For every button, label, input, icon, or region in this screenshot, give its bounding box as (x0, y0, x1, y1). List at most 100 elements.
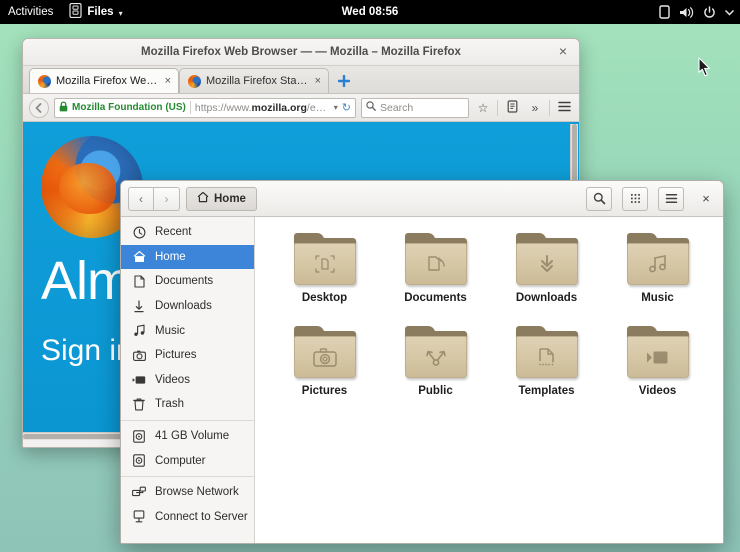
view-grid-button[interactable] (622, 186, 648, 211)
music-emblem-icon (645, 252, 671, 276)
gnome-top-bar: Activities Files ▾ Wed 08:56 (0, 0, 740, 24)
back-button[interactable] (29, 97, 49, 118)
site-identity-label: Mozilla Foundation (US) (72, 102, 186, 113)
breadcrumb-home[interactable]: Home (186, 186, 257, 211)
search-input[interactable]: Search (361, 97, 469, 118)
files-icon-view[interactable]: Desktop Documents Downloads Music Pictur… (255, 217, 723, 543)
file-item-label: Templates (518, 385, 575, 397)
firefox-close-button[interactable]: × (555, 44, 571, 60)
browser-tab-1[interactable]: Mozilla Firefox Start ... × (179, 68, 329, 93)
reload-icon[interactable]: ↻ (342, 101, 351, 114)
file-item-label: Public (418, 385, 453, 397)
trash-icon (132, 398, 146, 411)
new-tab-button[interactable] (333, 68, 355, 93)
documents-emblem-icon (423, 252, 449, 276)
sidebar-item-home[interactable]: Home (121, 244, 254, 270)
chevron-down-icon[interactable]: ▾ (334, 103, 338, 112)
sidebar-item-music[interactable]: Music (121, 318, 254, 343)
system-status-area[interactable] (659, 0, 734, 24)
files-header-bar[interactable]: ‹ › Home × (121, 181, 723, 217)
back-button[interactable]: ‹ (128, 186, 154, 211)
music-icon (132, 324, 146, 337)
sidebar-item-computer[interactable]: Computer (121, 448, 254, 473)
lock-icon (59, 100, 68, 115)
library-icon[interactable] (503, 99, 521, 116)
sidebar-item-documents[interactable]: Documents (121, 269, 254, 294)
pictures-emblem-icon (312, 345, 338, 369)
browser-tab-label: Mozilla Firefox Start ... (206, 75, 308, 87)
tab-close-icon[interactable]: × (165, 75, 171, 87)
folder-icon (404, 233, 467, 285)
firefox-window-title: Mozilla Firefox Web Browser — — Mozilla … (141, 46, 461, 58)
top-bar-app-menu[interactable]: Files ▾ (63, 2, 128, 21)
downloads-emblem-icon (534, 252, 560, 276)
desktop: Activities Files ▾ Wed 08:56 Mozilla Fir… (0, 0, 740, 552)
sidebar-item-label: Videos (155, 373, 190, 386)
navigation-buttons[interactable]: ‹ › (128, 186, 180, 211)
folder-icon (293, 326, 356, 378)
chevron-down-icon: ▾ (118, 8, 123, 18)
files-close-button[interactable]: × (696, 187, 716, 211)
menu-button[interactable] (658, 186, 684, 211)
file-item-music[interactable]: Music (602, 231, 713, 324)
forward-button[interactable]: › (154, 186, 180, 211)
sidebar-separator (121, 475, 254, 477)
folder-icon (626, 233, 689, 285)
sidebar-item-label: Documents (155, 275, 214, 288)
public-emblem-icon (423, 345, 449, 369)
sidebar-item-browse-network[interactable]: Browse Network (121, 480, 254, 505)
search-button[interactable] (586, 186, 612, 211)
sidebar-item-label: Trash (155, 398, 184, 411)
firefox-navigation-toolbar[interactable]: Mozilla Foundation (US) https://www.mozi… (23, 94, 579, 122)
url-bar[interactable]: Mozilla Foundation (US) https://www.mozi… (54, 97, 356, 118)
firefox-tab-strip[interactable]: Mozilla Firefox Web ... × Mozilla Firefo… (23, 66, 579, 94)
hamburger-menu-icon[interactable] (555, 101, 573, 115)
folder-icon (293, 233, 356, 285)
file-item-documents[interactable]: Documents (380, 231, 491, 324)
folder-icon (515, 326, 578, 378)
browser-tab-0[interactable]: Mozilla Firefox Web ... × (29, 68, 179, 93)
folder-icon (626, 326, 689, 378)
sidebar-item-trash[interactable]: Trash (121, 392, 254, 417)
bookmark-star-icon[interactable]: ☆ (474, 101, 492, 115)
sidebar-item-recent[interactable]: Recent (121, 220, 254, 245)
firefox-favicon (38, 74, 51, 88)
file-item-videos[interactable]: Videos (602, 324, 713, 417)
tab-close-icon[interactable]: × (315, 75, 321, 87)
sidebar-item-connect-to-server[interactable]: Connect to Server (121, 505, 254, 530)
file-item-desktop[interactable]: Desktop (269, 231, 380, 324)
breadcrumb-label: Home (214, 192, 246, 205)
url-divider (189, 101, 191, 114)
file-item-templates[interactable]: Templates (491, 324, 602, 417)
file-item-label: Videos (638, 385, 677, 397)
folder-icon (515, 233, 578, 285)
file-item-label: Music (641, 292, 674, 304)
firefox-favicon (188, 74, 201, 88)
mouse-cursor (698, 57, 712, 82)
sidebar-item-label: Computer (155, 454, 206, 467)
clock-icon (132, 226, 146, 239)
url-domain: mozilla.org (251, 101, 307, 114)
activities-button[interactable]: Activities (0, 6, 63, 18)
sidebar-item-label: Connect to Server (155, 510, 248, 523)
file-item-label: Downloads (515, 292, 578, 304)
overflow-menu-icon[interactable]: » (526, 101, 544, 115)
sidebar-item-videos[interactable]: Videos (121, 368, 254, 393)
files-sidebar[interactable]: Recent Home Documents Downloads Music Pi… (121, 217, 255, 543)
sidebar-item-pictures[interactable]: Pictures (121, 343, 254, 368)
firefox-titlebar[interactable]: Mozilla Firefox Web Browser — — Mozilla … (23, 39, 579, 66)
file-item-public[interactable]: Public (380, 324, 491, 417)
search-placeholder: Search (380, 101, 414, 114)
files-icon (69, 2, 82, 21)
url-text: https://www.mozilla.org/en-US (195, 102, 330, 114)
desktop-emblem-icon (312, 252, 338, 276)
file-item-downloads[interactable]: Downloads (491, 231, 602, 324)
search-icon (366, 101, 376, 114)
page-signin-link[interactable]: Sign in (41, 334, 133, 368)
sidebar-item-downloads[interactable]: Downloads (121, 294, 254, 319)
volume-icon (679, 6, 694, 19)
video-icon (132, 375, 146, 385)
sidebar-item-volume[interactable]: 41 GB Volume (121, 424, 254, 449)
file-item-pictures[interactable]: Pictures (269, 324, 380, 417)
files-window[interactable]: ‹ › Home × Recent Home Documents Downloa… (120, 180, 724, 544)
